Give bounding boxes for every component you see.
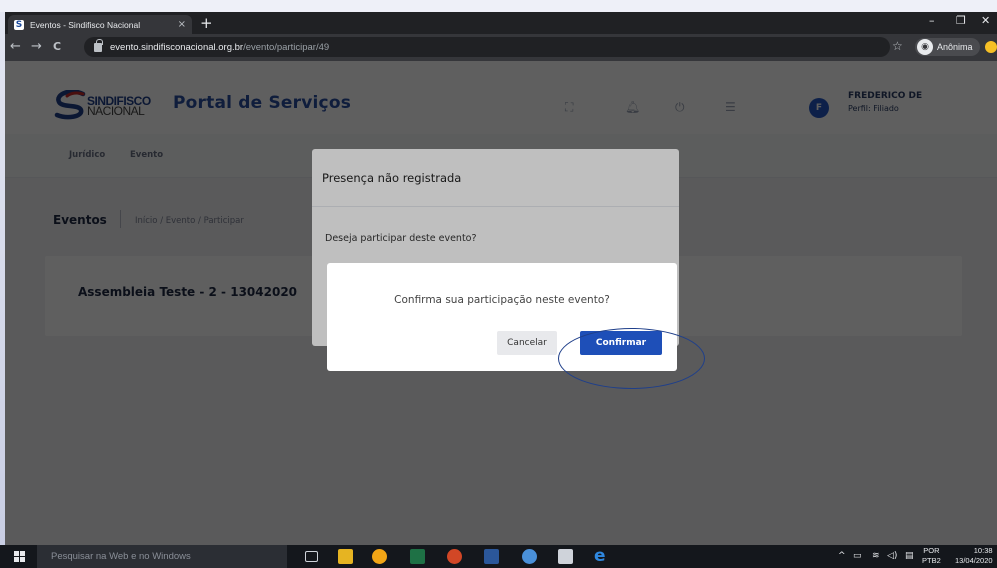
close-window-button[interactable]: ✕ — [981, 14, 990, 27]
keyboard-layout: PTB2 — [922, 556, 941, 565]
clock-time: 10:38 — [973, 546, 993, 555]
task-view-icon[interactable] — [305, 551, 318, 562]
browser-tab[interactable]: S Eventos - Sindifisco Nacional × — [8, 15, 192, 34]
address-bar[interactable]: evento.sindifisconacional.org.br /evento… — [84, 37, 890, 57]
chrome-alt-icon[interactable] — [522, 549, 537, 564]
incognito-badge[interactable]: ◉ Anônima — [915, 38, 980, 56]
wifi-icon[interactable]: ≋ — [872, 551, 880, 561]
file-explorer-icon[interactable] — [338, 549, 353, 564]
browser-toolbar: ← → C evento.sindifisconacional.org.br /… — [5, 34, 997, 61]
volume-icon[interactable]: ◁) — [887, 551, 897, 561]
language-indicator[interactable]: POR PTB2 — [922, 546, 941, 566]
annotation-ellipse — [558, 328, 705, 389]
incognito-icon: ◉ — [917, 39, 933, 55]
taskbar-search-placeholder: Pesquisar na Web e no Windows — [51, 551, 191, 562]
windows-start-icon[interactable] — [14, 551, 25, 562]
cancel-button[interactable]: Cancelar — [497, 331, 557, 355]
new-tab-button[interactable]: + — [200, 14, 213, 32]
clock-date: 13/04/2020 — [955, 556, 993, 565]
excel-icon[interactable] — [410, 549, 425, 564]
url-host: evento.sindifisconacional.org.br — [110, 41, 244, 53]
taskbar-search[interactable]: Pesquisar na Web e no Windows — [37, 545, 287, 568]
profile-icon[interactable] — [985, 41, 997, 53]
back-button[interactable]: ← — [10, 39, 21, 54]
chevron-up-icon[interactable]: ^ — [838, 551, 846, 561]
forward-button[interactable]: → — [31, 39, 42, 54]
reload-button[interactable]: C — [53, 40, 61, 53]
page-viewport: SINDIFISCO NACIONAL Portal de Serviços ⛶… — [5, 61, 997, 545]
tab-title: Eventos - Sindifisco Nacional — [30, 19, 141, 30]
notification-icon[interactable]: ▤ — [905, 551, 914, 561]
url-path: /evento/participar/49 — [243, 41, 330, 53]
maximize-button[interactable]: ❐ — [956, 14, 966, 27]
edge-icon[interactable]: e — [594, 546, 609, 566]
bookmark-star-icon[interactable]: ☆ — [892, 39, 903, 53]
tab-strip: S Eventos - Sindifisco Nacional × + – ❐ … — [5, 12, 997, 34]
powerpoint-icon[interactable] — [447, 549, 462, 564]
site-favicon-icon: S — [14, 19, 24, 30]
clock[interactable]: 10:38 13/04/2020 — [955, 546, 993, 566]
language-code: POR — [923, 546, 940, 555]
minimize-button[interactable]: – — [929, 14, 935, 27]
confirm-modal-text: Confirma sua participação neste evento? — [394, 294, 610, 306]
word-icon[interactable] — [484, 549, 499, 564]
photos-icon[interactable] — [558, 549, 573, 564]
incognito-label: Anônima — [937, 42, 973, 52]
tab-close-icon[interactable]: × — [178, 19, 186, 30]
network-icon[interactable]: ▭ — [853, 551, 862, 561]
browser-window: S Eventos - Sindifisco Nacional × + – ❐ … — [5, 12, 997, 545]
windows-taskbar: Pesquisar na Web e no Windows e ^ ▭ ≋ ◁)… — [0, 545, 997, 568]
chrome-icon[interactable] — [372, 549, 387, 564]
lock-icon — [94, 38, 103, 52]
